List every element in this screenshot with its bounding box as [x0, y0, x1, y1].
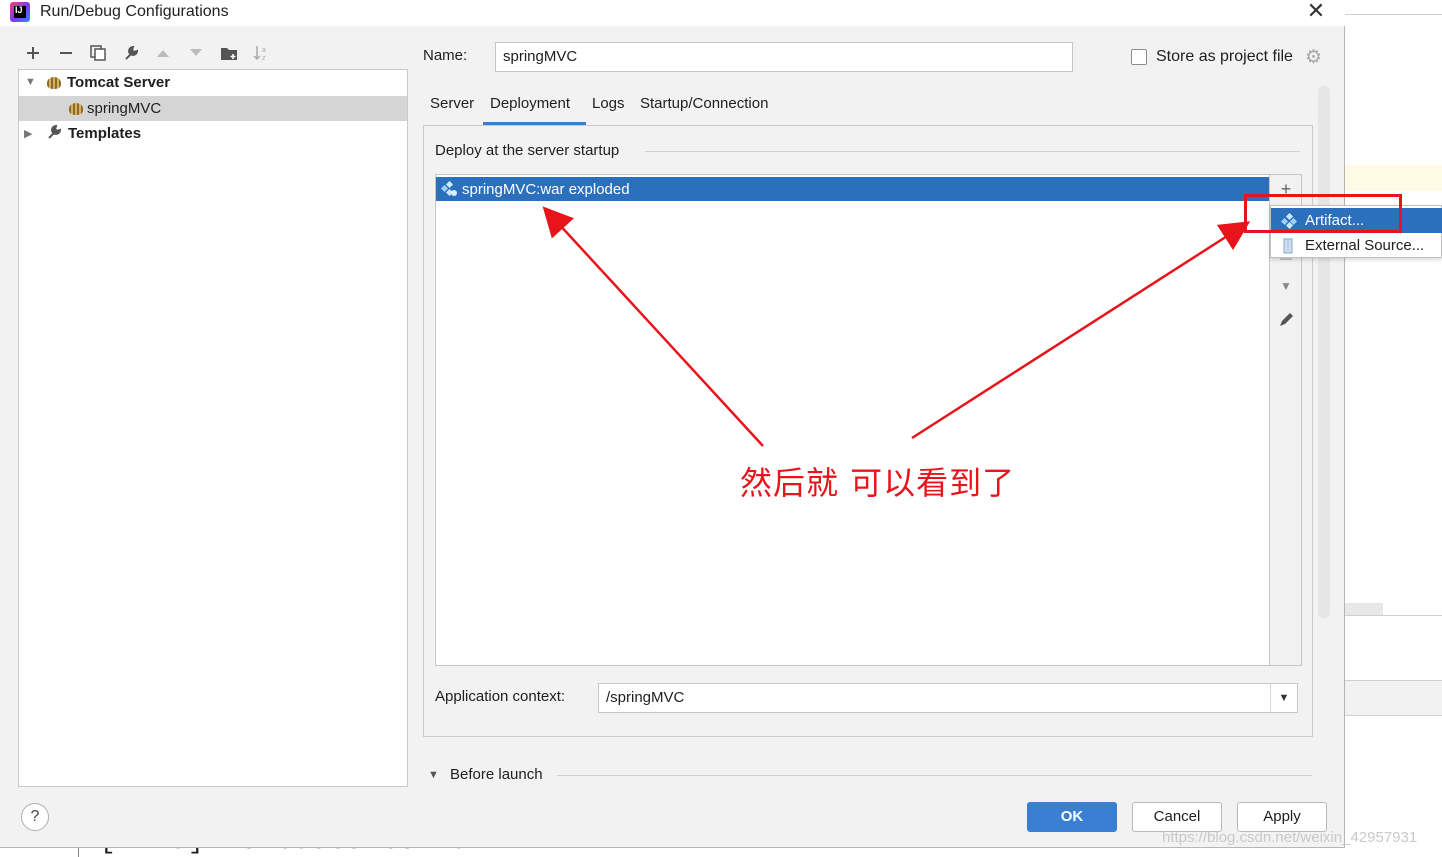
help-icon[interactable]: ? [21, 803, 49, 831]
sort-icon[interactable]: az [250, 42, 272, 64]
collapsed-arrow-icon[interactable]: ▶ [24, 127, 32, 140]
run-debug-dialog: IJ Run/Debug Configurations ✕ az ▼ Tomca… [0, 0, 1345, 848]
ok-button[interactable]: OK [1027, 802, 1117, 832]
deploy-item-label: springMVC:war exploded [462, 180, 630, 198]
tree-label: Templates [68, 125, 142, 142]
wrench-icon[interactable] [120, 42, 142, 64]
svg-text:z: z [262, 55, 266, 62]
deploy-section-label: Deploy at the server startup [435, 142, 620, 159]
window-title: Run/Debug Configurations [40, 3, 229, 20]
cancel-button[interactable]: Cancel [1132, 802, 1222, 832]
menu-item-label: External Source... [1305, 237, 1425, 254]
tree-label: springMVC [87, 100, 162, 117]
configuration-tree: ▼ Tomcat Server springMVC ▶ Templates [18, 69, 408, 787]
remove-icon[interactable] [55, 42, 77, 64]
section-divider [645, 151, 1300, 152]
before-launch-label[interactable]: Before launch [450, 766, 543, 783]
intellij-icon: IJ [10, 2, 30, 22]
tree-item-springmvc[interactable]: springMVC [19, 96, 407, 121]
list-item[interactable]: springMVC:war exploded [436, 177, 1269, 201]
expanded-arrow-icon[interactable]: ▼ [25, 76, 36, 88]
chevron-down-icon[interactable]: ▼ [1270, 683, 1298, 713]
menu-item-external-source[interactable]: External Source... [1271, 233, 1442, 258]
tab-server[interactable]: Server [430, 95, 474, 112]
move-down-icon[interactable]: ▼ [1270, 279, 1302, 293]
expanded-arrow-icon[interactable]: ▼ [428, 769, 439, 781]
section-divider [557, 775, 1312, 776]
apply-button[interactable]: Apply [1237, 802, 1327, 832]
tomcat-icon [45, 75, 63, 91]
store-as-project-file-checkbox[interactable] [1131, 49, 1147, 65]
move-down-icon[interactable] [185, 42, 207, 64]
gear-icon[interactable]: ⚙ [1305, 46, 1322, 69]
watermark: https://blog.csdn.net/weixin_42957931 [1162, 829, 1418, 846]
name-label: Name: [423, 47, 468, 64]
tab-logs[interactable]: Logs [592, 95, 625, 112]
tree-label: Tomcat Server [67, 74, 171, 91]
add-icon[interactable] [22, 42, 44, 64]
tree-item-tomcat-server[interactable]: ▼ Tomcat Server [19, 70, 407, 95]
app-context-input[interactable]: /springMVC [598, 683, 1271, 713]
edit-icon[interactable] [1270, 311, 1302, 334]
highlight-box [1244, 194, 1402, 233]
vertical-scrollbar[interactable] [1318, 86, 1330, 618]
archive-icon [1281, 238, 1297, 254]
artifact-icon [440, 180, 458, 197]
folder-add-icon[interactable] [218, 42, 240, 64]
tomcat-config-icon [67, 101, 85, 117]
title-bar: IJ Run/Debug Configurations ✕ [0, 0, 1345, 26]
store-as-project-file-label[interactable]: Store as project file [1156, 48, 1293, 66]
app-context-label: Application context: [435, 688, 566, 705]
svg-text:a: a [262, 47, 266, 54]
tab-startup-connection[interactable]: Startup/Connection [640, 95, 768, 112]
tree-item-templates[interactable]: ▶ Templates [19, 121, 407, 146]
copy-icon[interactable] [87, 42, 109, 64]
deploy-list[interactable] [435, 174, 1270, 666]
close-icon[interactable]: ✕ [1304, 0, 1328, 24]
annotation-text: 然后就 可以看到了 [740, 464, 1016, 502]
tab-deployment[interactable]: Deployment [490, 95, 570, 112]
name-input[interactable]: springMVC [495, 42, 1073, 72]
move-up-icon[interactable] [152, 42, 174, 64]
wrench-icon [46, 124, 64, 144]
